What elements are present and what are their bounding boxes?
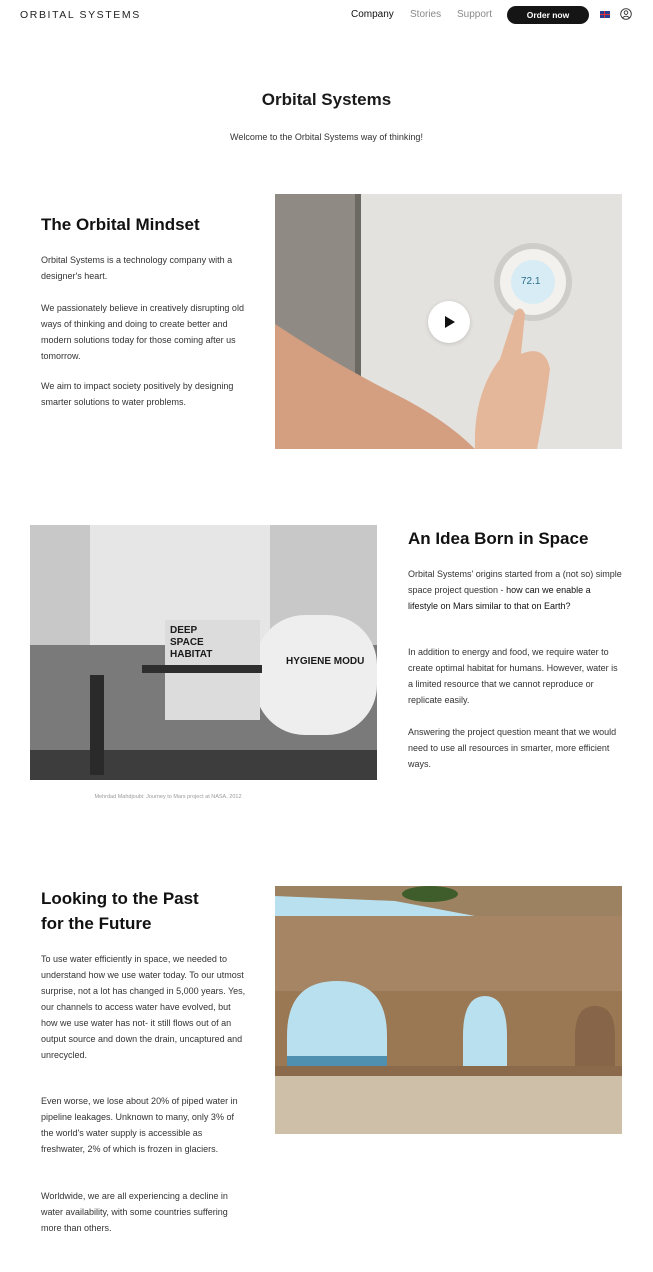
mindset-paragraph: We passionately believe in creatively di… <box>41 303 244 361</box>
uk-flag-icon[interactable] <box>600 11 610 18</box>
mindset-paragraph: Orbital Systems is a technology company … <box>41 255 233 281</box>
aqueduct-image <box>275 886 622 1134</box>
mindset-video[interactable]: 72.1 <box>275 194 622 449</box>
photo-caption: Mehrdad Mahdjoubi: Journey to Mars proje… <box>94 794 242 800</box>
nav-stories[interactable]: Stories <box>410 9 441 20</box>
past-title: Looking to the Past for the Future <box>41 886 199 936</box>
aqueduct-photo <box>275 886 622 1134</box>
space-paragraph: Answering the project question meant tha… <box>408 727 617 769</box>
mindset-title: The Orbital Mindset <box>41 215 200 234</box>
module-sign: HYGIENE MODU <box>286 656 365 667</box>
play-icon <box>445 316 455 328</box>
past-title-line2: for the Future <box>41 914 152 933</box>
habitat-sign: DEEP SPACE HABITAT <box>170 625 213 660</box>
site-header: ORBITAL SYSTEMS Company Stories Support … <box>0 0 653 30</box>
past-paragraph: Even worse, we lose about 20% of piped w… <box>41 1096 238 1154</box>
order-now-button[interactable]: Order now <box>507 6 589 24</box>
past-paragraph: To use water efficiently in space, we ne… <box>41 954 246 1060</box>
past-title-line1: Looking to the Past <box>41 889 199 908</box>
mindset-paragraph: We aim to impact society positively by d… <box>41 381 234 407</box>
space-paragraph: In addition to energy and food, we requi… <box>408 647 618 705</box>
nav-company[interactable]: Company <box>351 9 394 20</box>
space-title: An Idea Born in Space <box>408 529 589 548</box>
user-icon[interactable] <box>620 8 632 20</box>
nav-support[interactable]: Support <box>457 9 492 20</box>
space-paragraph: Orbital Systems' origins started from a … <box>408 566 623 614</box>
page-title: Orbital Systems <box>261 90 392 109</box>
play-button[interactable] <box>428 301 470 343</box>
logo[interactable]: ORBITAL SYSTEMS <box>20 9 141 21</box>
past-paragraph: Worldwide, we are all experiencing a dec… <box>41 1191 228 1233</box>
thermostat-reading: 72.1 <box>521 276 541 287</box>
space-habitat-photo: DEEP SPACE HABITAT HYGIENE MODU <box>30 525 377 780</box>
page-subtitle: Welcome to the Orbital Systems way of th… <box>230 132 423 142</box>
